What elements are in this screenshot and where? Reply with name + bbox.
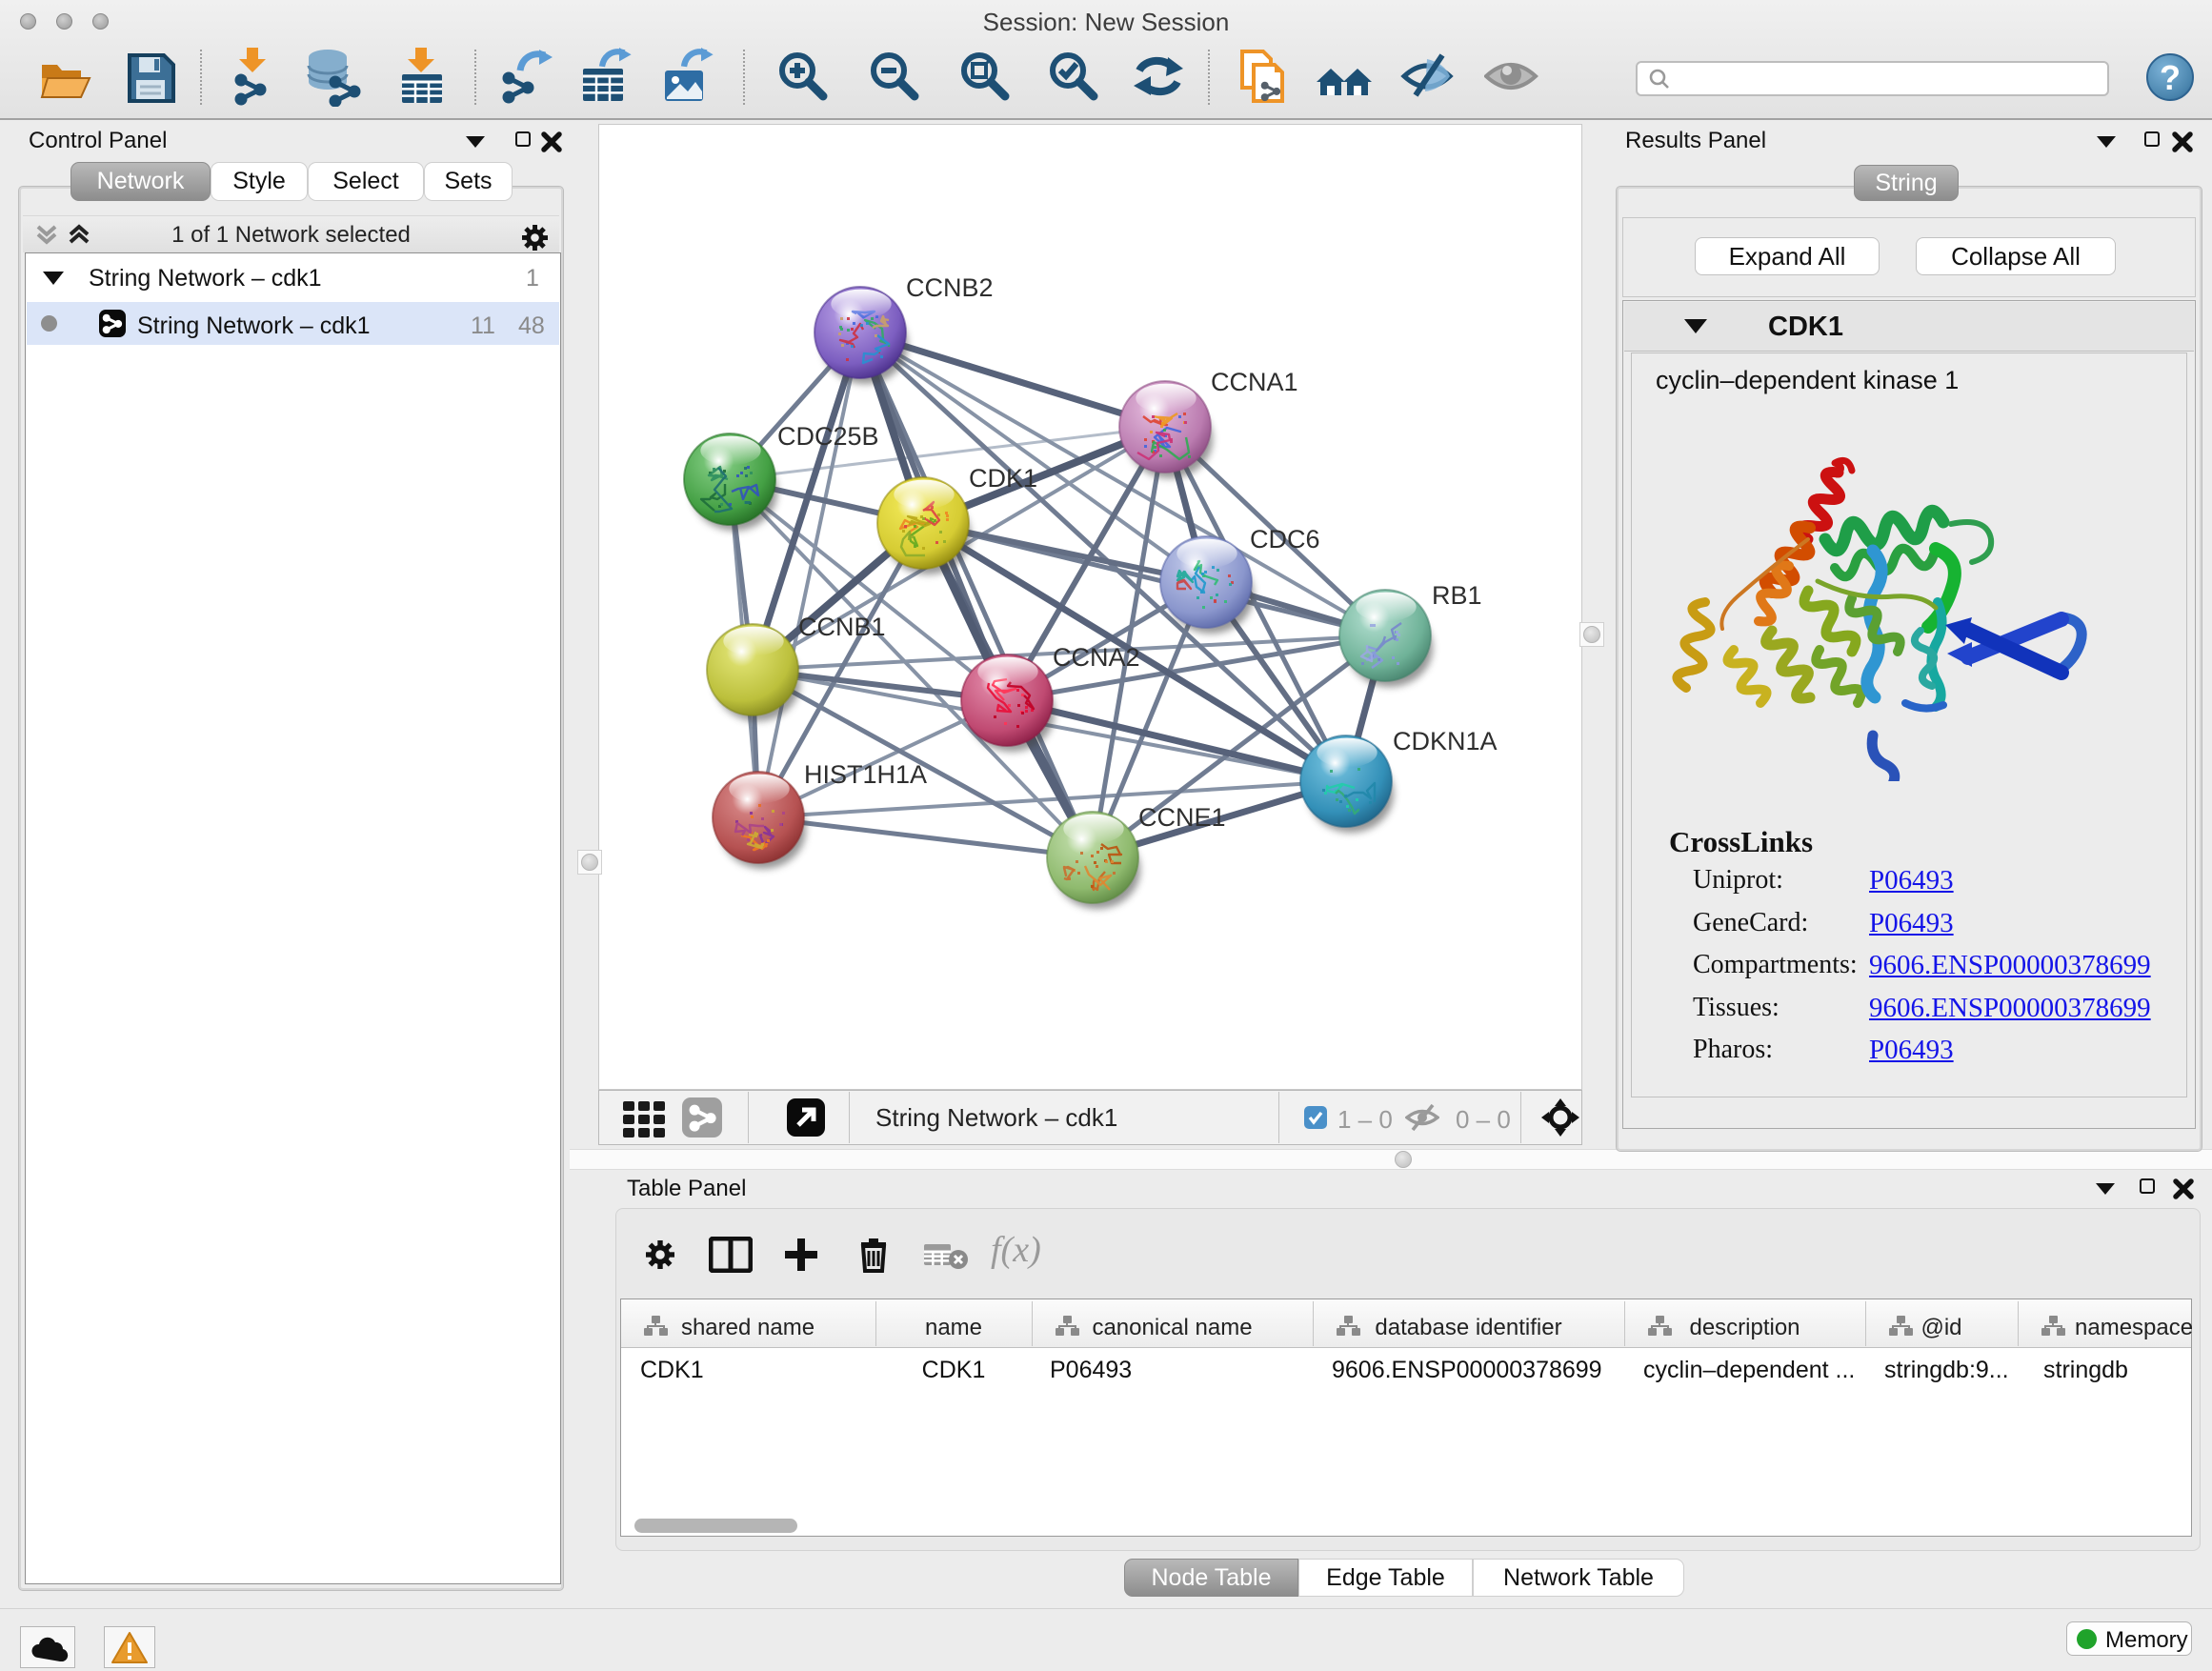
svg-text:CCNE1: CCNE1 — [1138, 803, 1226, 832]
svg-text:CCNB1: CCNB1 — [798, 613, 886, 641]
svg-text:CDKN1A: CDKN1A — [1393, 727, 1498, 755]
svg-text:HIST1H1A: HIST1H1A — [804, 760, 927, 789]
svg-text:CDC25B: CDC25B — [777, 422, 879, 451]
svg-text:CCNB2: CCNB2 — [906, 273, 994, 302]
svg-text:CCNA2: CCNA2 — [1053, 643, 1140, 672]
svg-text:CCNA1: CCNA1 — [1211, 368, 1298, 396]
svg-text:CDC6: CDC6 — [1250, 525, 1320, 554]
svg-text:CDK1: CDK1 — [969, 464, 1037, 493]
svg-text:RB1: RB1 — [1432, 581, 1482, 610]
